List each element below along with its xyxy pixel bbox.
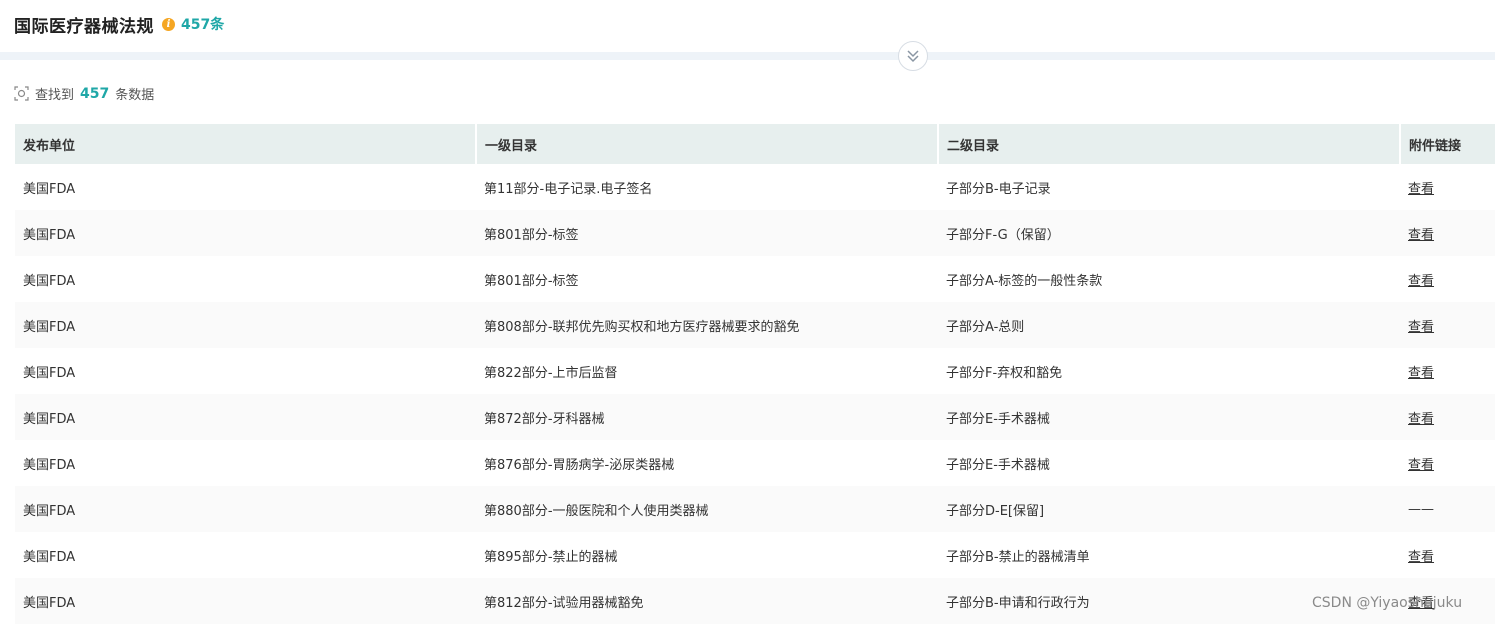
collapse-toggle-button[interactable] (898, 41, 928, 71)
cell-level2: 子部分F-G（保留） (938, 210, 1400, 256)
cell-unit: 美国FDA (15, 486, 476, 532)
result-count: 457 (80, 85, 110, 102)
cell-attachment: 查看 (1400, 256, 1495, 302)
cell-level2: 子部分B-禁止的器械清单 (938, 532, 1400, 578)
table-body: 美国FDA 第11部分-电子记录.电子签名 子部分B-电子记录 查看 美国FDA 第801… (15, 164, 1495, 624)
cell-unit: 美国FDA (15, 302, 476, 348)
cell-level1: 第872部分-牙科器械 (476, 394, 938, 440)
column-header-level1[interactable]: 一级目录 (476, 124, 939, 164)
result-prefix: 查找到 (35, 88, 75, 103)
cell-level2: 子部分D-E[保留] (938, 486, 1400, 532)
watermark: CSDN @Yiyaoshujuku (1312, 595, 1463, 611)
cell-level1: 第895部分-禁止的器械 (476, 532, 938, 578)
result-suffix: 条数据 (115, 88, 155, 103)
cell-level1: 第822部分-上市后监督 (476, 348, 938, 394)
view-attachment-link[interactable]: 查看 (1408, 458, 1434, 473)
table-row: 美国FDA 第822部分-上市后监督 子部分F-弃权和豁免 查看 (15, 348, 1495, 394)
cell-level1: 第808部分-联邦优先购买权和地方医疗器械要求的豁免 (476, 302, 938, 348)
cell-attachment: —— (1400, 486, 1495, 532)
cell-level2: 子部分F-弃权和豁免 (938, 348, 1400, 394)
view-attachment-link[interactable]: 查看 (1408, 550, 1434, 565)
column-header-unit[interactable]: 发布单位 (15, 124, 477, 164)
cell-attachment: 查看 (1400, 302, 1495, 348)
cell-level1: 第880部分-一般医院和个人使用类器械 (476, 486, 938, 532)
cell-unit: 美国FDA (15, 394, 476, 440)
cell-level1: 第11部分-电子记录.电子签名 (476, 164, 938, 210)
cell-attachment: 查看 (1400, 210, 1495, 256)
cell-unit: 美国FDA (15, 440, 476, 486)
table-row: 美国FDA 第11部分-电子记录.电子签名 子部分B-电子记录 查看 (15, 164, 1495, 210)
cell-attachment: 查看 (1400, 532, 1495, 578)
view-attachment-link[interactable]: 查看 (1408, 228, 1434, 243)
cell-unit: 美国FDA (15, 578, 476, 624)
table-row: 美国FDA 第812部分-试验用器械豁免 子部分B-申请和行政行为 查看 (15, 578, 1495, 624)
view-attachment-link[interactable]: 查看 (1408, 182, 1434, 197)
column-header-attachment[interactable]: 附件链接 (1400, 124, 1495, 164)
table-header-row: 发布单位 一级目录 二级目录 附件链接 (15, 124, 1495, 164)
cell-attachment: 查看 (1400, 440, 1495, 486)
cell-unit: 美国FDA (15, 210, 476, 256)
cell-level2: 子部分E-手术器械 (938, 440, 1400, 486)
cell-attachment: 查看 (1400, 394, 1495, 440)
info-icon[interactable]: i (162, 17, 175, 31)
table-row: 美国FDA 第876部分-胃肠病学-泌尿类器械 子部分E-手术器械 查看 (15, 440, 1495, 486)
cell-level2: 子部分A-标签的一般性条款 (938, 256, 1400, 302)
total-count: 457条 (181, 17, 225, 33)
view-attachment-link[interactable]: 查看 (1408, 320, 1434, 335)
cell-attachment: 查看 (1400, 164, 1495, 210)
table-row: 美国FDA 第808部分-联邦优先购买权和地方医疗器械要求的豁免 子部分A-总则 查看 (15, 302, 1495, 348)
cell-level2: 子部分A-总则 (938, 302, 1400, 348)
view-attachment-link[interactable]: 查看 (1408, 366, 1434, 381)
scan-icon (14, 86, 29, 101)
cell-unit: 美国FDA (15, 164, 476, 210)
table-row: 美国FDA 第895部分-禁止的器械 子部分B-禁止的器械清单 查看 (15, 532, 1495, 578)
page-header: 国际医疗器械法规 i 457条 (0, 0, 1495, 52)
cell-level2: 子部分E-手术器械 (938, 394, 1400, 440)
cell-unit: 美国FDA (15, 532, 476, 578)
column-header-level2[interactable]: 二级目录 (938, 124, 1401, 164)
divider-band (0, 52, 1495, 60)
table-row: 美国FDA 第801部分-标签 子部分A-标签的一般性条款 查看 (15, 256, 1495, 302)
table-row: 美国FDA 第801部分-标签 子部分F-G（保留） 查看 (15, 210, 1495, 256)
cell-attachment: 查看 (1400, 348, 1495, 394)
cell-unit: 美国FDA (15, 348, 476, 394)
cell-level2: 子部分B-电子记录 (938, 164, 1400, 210)
double-chevron-down-icon (907, 50, 919, 63)
cell-unit: 美国FDA (15, 256, 476, 302)
cell-level1: 第876部分-胃肠病学-泌尿类器械 (476, 440, 938, 486)
cell-level1: 第801部分-标签 (476, 256, 938, 302)
table-row: 美国FDA 第880部分-一般医院和个人使用类器械 子部分D-E[保留] —— (15, 486, 1495, 532)
view-attachment-link[interactable]: 查看 (1408, 274, 1434, 289)
regulations-table: 发布单位 一级目录 二级目录 附件链接 美国FDA 第11部分-电子记录.电子签名… (15, 124, 1495, 624)
view-attachment-link[interactable]: 查看 (1408, 412, 1434, 427)
cell-level1: 第812部分-试验用器械豁免 (476, 578, 938, 624)
cell-level1: 第801部分-标签 (476, 210, 938, 256)
table-row: 美国FDA 第872部分-牙科器械 子部分E-手术器械 查看 (15, 394, 1495, 440)
page-title: 国际医疗器械法规 (14, 16, 154, 37)
search-result-summary: 查找到 457 条数据 (14, 84, 154, 103)
